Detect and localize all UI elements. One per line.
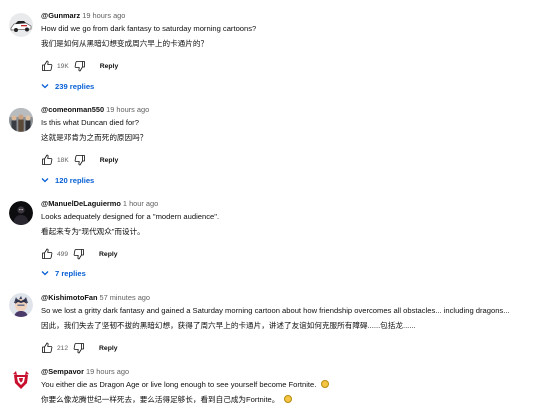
comment-time[interactable]: 1 hour ago (123, 199, 158, 208)
comment-translation: 我们是如何从黑暗幻想变成周六早上的卡通片的？ (41, 39, 209, 48)
avatar[interactable] (9, 369, 33, 393)
dislike-icon[interactable] (72, 341, 86, 355)
reply-button[interactable]: Reply (100, 157, 119, 164)
avatar[interactable] (9, 108, 33, 132)
comment-author[interactable]: @ManuelDeLaguiermo (41, 199, 121, 208)
reply-button[interactable]: Reply (99, 251, 118, 258)
comment-author[interactable]: @Sempavor (41, 367, 84, 376)
view-replies-button[interactable]: 239 replies (40, 81, 94, 91)
avatar[interactable] (9, 201, 33, 225)
comment-author[interactable]: @comeonman550 (41, 105, 104, 114)
comment-time[interactable]: 19 hours ago (82, 11, 125, 20)
like-count: 499 (57, 250, 69, 258)
like-count: 18K (57, 156, 69, 164)
like-count: 19K (57, 62, 69, 70)
comment-translation: 你要么像龙腾世纪一样死去，要么活得足够长，看到自己成为Fortnite。 (41, 395, 280, 404)
view-replies-button[interactable]: 7 replies (40, 268, 86, 278)
grimace-emoji (320, 380, 329, 388)
like-icon[interactable] (40, 59, 54, 73)
replies-count-label: 7 replies (55, 268, 86, 278)
replies-count-label: 239 replies (55, 81, 95, 91)
chevron-down-icon (40, 81, 50, 91)
comment-time[interactable]: 57 minutes ago (99, 293, 150, 302)
comment-translation-row: 你要么像龙腾世纪一样死去，要么活得足够长，看到自己成为Fortnite。 (41, 395, 544, 405)
comment-translation: 看起来专为“现代观众”而设计。 (41, 227, 145, 236)
avatar[interactable] (9, 13, 33, 37)
comment-text: Looks adequately designed for a "modern … (41, 212, 220, 221)
reply-button[interactable]: Reply (100, 63, 119, 70)
dislike-icon[interactable] (72, 247, 86, 261)
view-replies-button[interactable]: 120 replies (40, 175, 94, 185)
dislike-icon[interactable] (73, 153, 87, 167)
comment-translation: 这就是邓肯为之而死的原因吗？ (41, 133, 148, 142)
reply-button[interactable]: Reply (99, 345, 118, 352)
comment-translation: 因此，我们失去了坚韧不拔的黑暗幻想，获得了周六早上的卡通片，讲述了友谊如何克服所… (41, 321, 416, 330)
comment-text: So we lost a gritty dark fantasy and gai… (41, 306, 510, 315)
like-icon[interactable] (40, 247, 54, 261)
like-count: 212 (57, 344, 69, 352)
comment-text: You either die as Dragon Age or live lon… (41, 380, 317, 389)
chevron-down-icon (40, 268, 50, 278)
comment-author[interactable]: @KishimotoFan (41, 293, 97, 302)
avatar[interactable] (9, 293, 33, 317)
replies-count-label: 120 replies (55, 175, 95, 185)
comment-text-row: You either die as Dragon Age or live lon… (41, 380, 544, 390)
comment-author[interactable]: @Gunmarz (41, 11, 80, 20)
like-icon[interactable] (40, 341, 54, 355)
comment-text: How did we go from dark fantasy to satur… (41, 24, 257, 33)
comment-time[interactable]: 19 hours ago (106, 105, 149, 114)
comment-time[interactable]: 19 hours ago (86, 367, 129, 376)
comment-text: Is this what Duncan died for? (41, 118, 139, 127)
grimace-emoji (283, 395, 292, 403)
like-icon[interactable] (40, 153, 54, 167)
chevron-down-icon (40, 175, 50, 185)
dislike-icon[interactable] (73, 59, 87, 73)
